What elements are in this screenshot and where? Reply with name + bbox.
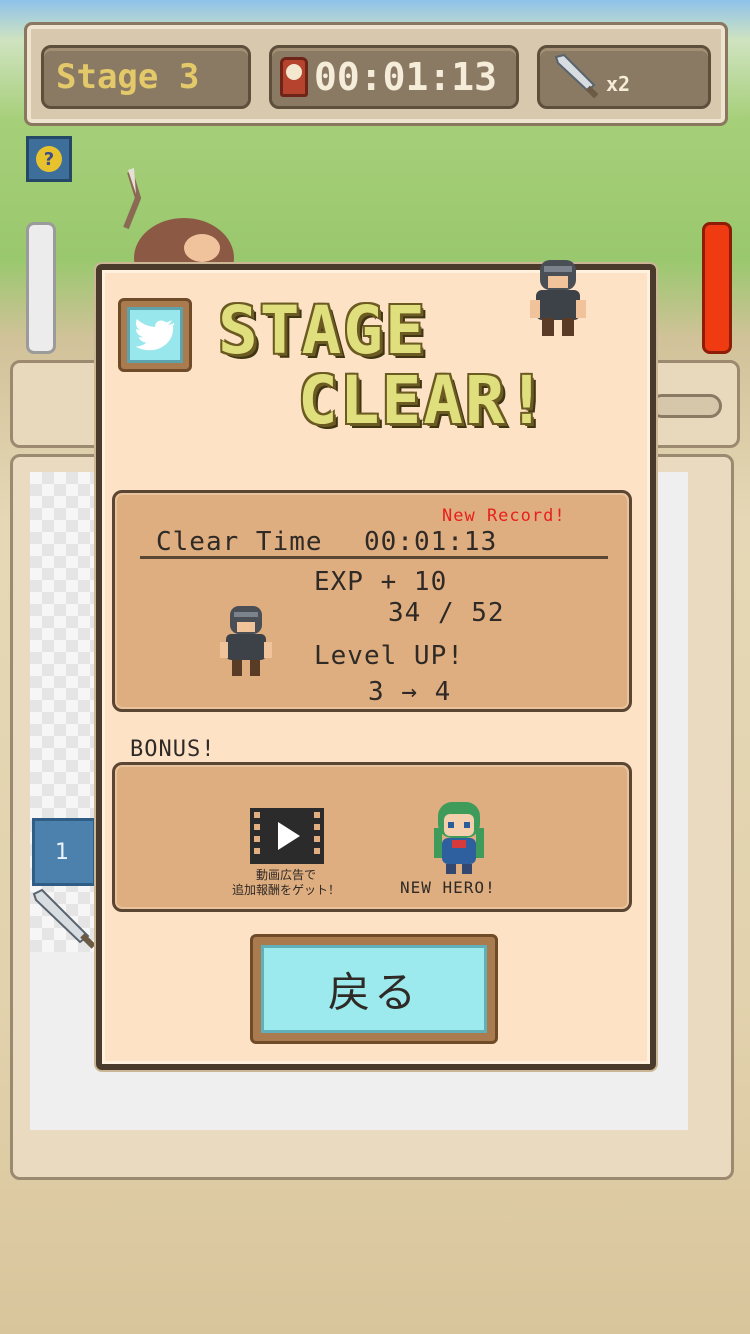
twitter-icon [135,319,175,351]
new-hero-label: NEW HERO! [400,878,496,897]
hero-sprite [434,802,484,874]
board-sword-icon [32,888,96,949]
help-icon[interactable]: ? [26,136,72,182]
stage-clear-title-line1: STAGE [218,292,427,369]
timer-value: 00:01:13 [314,55,498,99]
clear-time-label: Clear Time [156,527,323,557]
sword-multiplier: x2 [606,72,631,96]
bonus-panel [112,762,632,912]
exp-gain: EXP + 10 [314,567,448,597]
video-ad-caption: 動画広告で 追加報酬をゲット！ [206,868,366,898]
top-hud: Stage 3 00:01:13 x2 [24,22,728,126]
clock-icon [280,57,308,97]
back-button[interactable]: 戻る [250,934,498,1044]
video-play-icon[interactable] [250,808,324,864]
stage-indicator: Stage 3 [41,45,251,109]
video-caption-line2: 追加報酬をゲット！ [231,883,340,897]
new-record-label: New Record! [442,506,566,526]
enemy-hp-gauge [702,222,732,354]
bonus-label: BONUS! [130,737,216,762]
level-up-label: Level UP! [314,641,464,671]
monkey-enemy-sprite [123,168,234,278]
exp-progress: 34 / 52 [388,598,505,628]
tile-number: 1 [55,839,69,865]
knight-sprite [530,260,586,336]
strip-progress [650,394,722,418]
left-gauge [26,222,56,354]
knight-result-sprite [220,606,272,676]
twitter-share-button[interactable] [118,298,192,372]
back-button-label: 戻る [261,945,487,1033]
clear-time-value: 00:01:13 [364,527,498,557]
stage-clear-title-line2: CLEAR! [298,362,549,439]
sword-counter: x2 [537,45,711,109]
timer-display: 00:01:13 [269,45,519,109]
video-caption-line1: 動画広告で [255,868,316,882]
stage-label: Stage 3 [56,57,200,97]
result-divider [140,556,608,559]
sword-icon [554,53,599,99]
board-tile[interactable]: 1 [32,818,96,886]
level-change: 3 → 4 [368,677,452,707]
